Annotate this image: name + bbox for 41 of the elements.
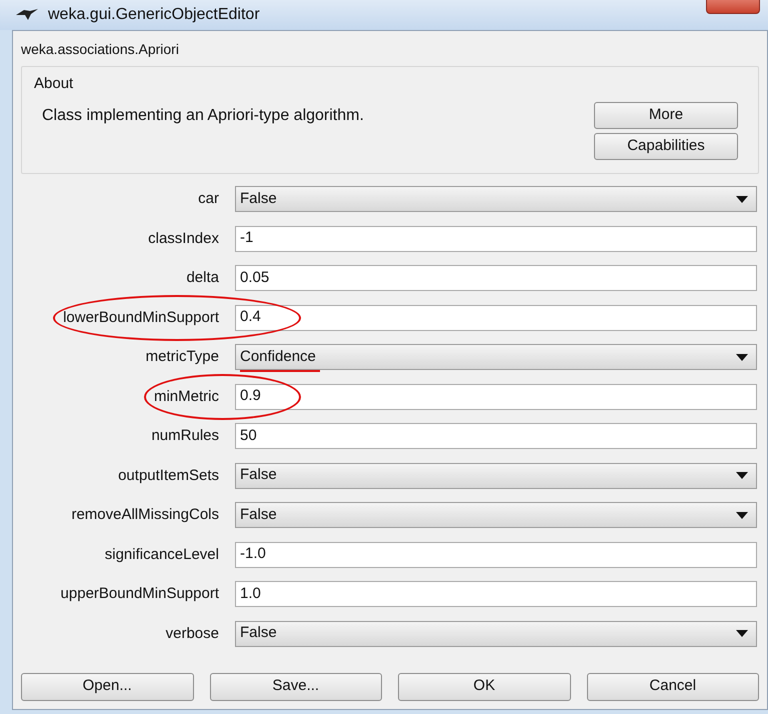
property-label: numRules — [151, 427, 219, 444]
dialog-button[interactable]: OK — [398, 672, 570, 700]
about-title: About — [34, 74, 74, 94]
property-label: minMetric — [154, 388, 219, 404]
about-button[interactable]: Capabilities — [594, 132, 738, 160]
input-field[interactable]: 0.4 — [235, 304, 757, 330]
close-button[interactable] — [706, 0, 760, 14]
property-label: classIndex — [148, 230, 219, 246]
property-label: significanceLevel — [104, 546, 219, 562]
input-field[interactable]: 0.05 — [235, 265, 757, 291]
dialog-button[interactable]: Cancel — [586, 672, 759, 700]
about-description: Class implementing an Apriori-type algorithm. — [42, 106, 364, 126]
property-label: delta — [186, 269, 219, 286]
caret-icon — [736, 354, 748, 360]
property-label: car — [198, 190, 219, 207]
input-field[interactable]: 0.9 — [235, 384, 757, 410]
caret-icon — [736, 630, 748, 637]
window-title: weka.gui.GenericObjectEditor — [48, 5, 260, 25]
dropdown[interactable]: False — [235, 186, 757, 212]
property-label: outputItemSets — [118, 466, 219, 484]
property-label: lowerBoundMinSupport — [63, 308, 219, 326]
caret-icon — [736, 472, 748, 479]
bird-icon — [16, 9, 38, 21]
input-field[interactable]: 50 — [235, 423, 757, 449]
input-field[interactable]: 1.0 — [235, 581, 757, 607]
property-label: metricType — [146, 348, 219, 365]
caret-icon — [736, 196, 748, 202]
dropdown[interactable]: False — [235, 502, 757, 528]
property-label: removeAllMissingCols — [71, 506, 219, 523]
dialog-button[interactable]: Save... — [210, 672, 382, 700]
dropdown[interactable]: False — [235, 462, 757, 488]
property-label: verbose — [166, 624, 219, 642]
class-name: weka.associations.Apriori — [21, 40, 180, 59]
property-label: upperBoundMinSupport — [60, 585, 219, 602]
dialog-button[interactable]: Open... — [21, 672, 194, 700]
about-button[interactable]: More — [594, 102, 738, 128]
dropdown[interactable]: Confidence — [235, 344, 757, 370]
input-field[interactable]: -1 — [235, 226, 757, 252]
caret-icon — [736, 512, 748, 518]
dropdown[interactable]: False — [235, 620, 757, 646]
input-field[interactable]: -1.0 — [235, 542, 757, 568]
